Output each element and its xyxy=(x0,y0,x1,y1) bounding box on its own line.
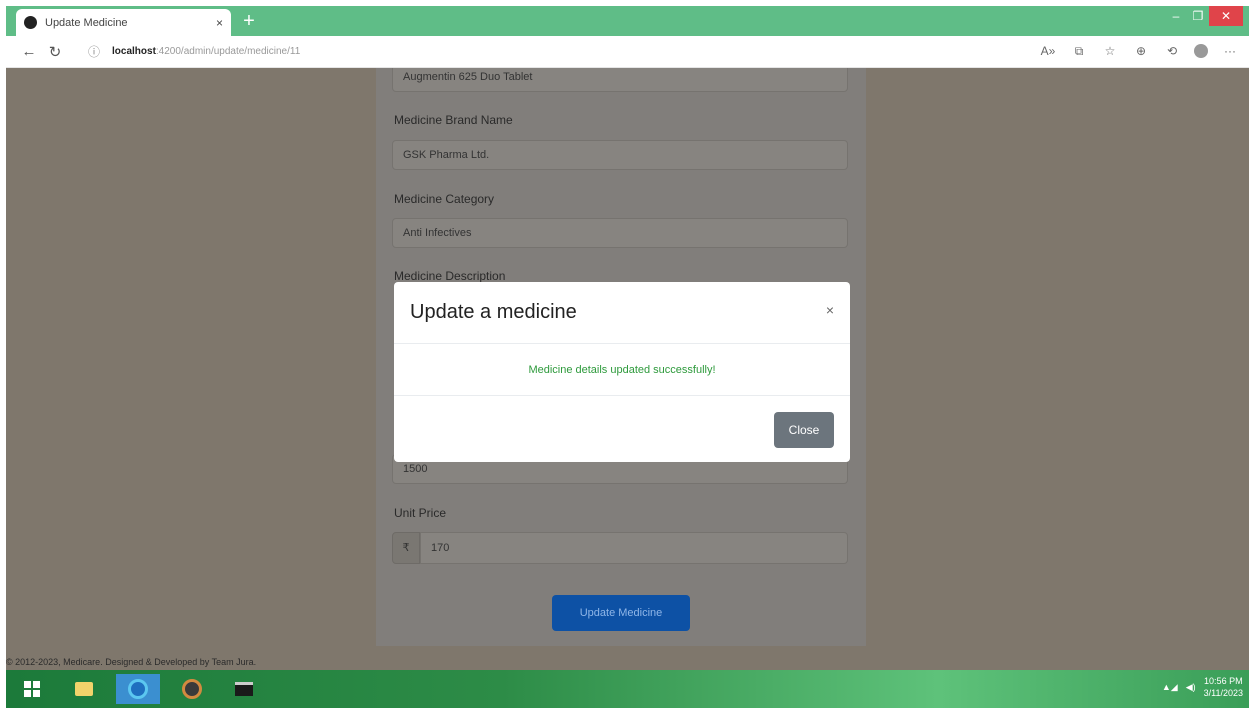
network-icon[interactable]: ▲◢ xyxy=(1162,682,1178,693)
footer-copyright: © 2012-2023, Medicare. Designed & Develo… xyxy=(6,657,257,667)
modal-title: Update a medicine xyxy=(410,301,577,323)
favorites-icon[interactable]: ☆ xyxy=(1101,42,1119,60)
more-icon[interactable]: ··· xyxy=(1221,42,1239,60)
url-path: :4200/admin/update/medicine/11 xyxy=(155,46,301,57)
window-controls: – ❐ ✕ xyxy=(1165,6,1243,28)
browser-toolbar: A» ⧉ ☆ ⊕ ⟲ ··· xyxy=(1039,42,1239,60)
unit-price-label: Unit Price xyxy=(394,506,447,520)
windows-start-icon[interactable] xyxy=(10,674,54,704)
modal-close-icon[interactable]: × xyxy=(826,302,834,318)
description-label: Medicine Description xyxy=(394,269,506,283)
modal-body: Medicine details updated successfully! xyxy=(394,344,850,396)
success-message: Medicine details updated successfully! xyxy=(528,363,716,376)
brand-input[interactable]: GSK Pharma Ltd. xyxy=(392,140,848,170)
modal-header: Update a medicine × xyxy=(394,282,850,344)
unit-price-input[interactable]: 170 xyxy=(420,532,848,564)
brand-label: Medicine Brand Name xyxy=(394,113,513,127)
url-field[interactable]: localhost:4200/admin/update/medicine/11 xyxy=(112,46,300,57)
history-icon[interactable]: ⟲ xyxy=(1163,42,1181,60)
new-tab-icon[interactable]: + xyxy=(239,11,259,32)
restore-icon[interactable]: ❐ xyxy=(1187,6,1209,26)
back-icon[interactable]: ← xyxy=(16,43,42,60)
collections-icon[interactable]: ⊕ xyxy=(1132,42,1150,60)
medicine-name-input[interactable]: Augmentin 625 Duo Tablet xyxy=(392,68,848,92)
tab-close-icon[interactable]: × xyxy=(216,16,223,30)
browser-tab[interactable]: Update Medicine × xyxy=(16,9,231,36)
app-icon[interactable] xyxy=(170,674,214,704)
file-explorer-icon[interactable] xyxy=(62,674,106,704)
modal-footer: Close xyxy=(394,396,850,462)
volume-icon[interactable]: ◀) xyxy=(1186,682,1196,693)
update-medicine-button[interactable]: Update Medicine xyxy=(552,595,690,631)
close-button[interactable]: Close xyxy=(774,412,834,448)
clock-time: 10:56 PM xyxy=(1204,676,1243,686)
clock[interactable]: 10:56 PM 3/11/2023 xyxy=(1204,675,1243,699)
tab-favicon-icon xyxy=(24,16,37,29)
refresh-icon[interactable]: ↻ xyxy=(42,43,68,61)
browser-tab-strip: Update Medicine × + – ❐ ✕ xyxy=(6,6,1249,36)
category-label: Medicine Category xyxy=(394,192,495,206)
command-prompt-icon[interactable] xyxy=(222,674,266,704)
read-aloud-icon[interactable]: A» xyxy=(1039,42,1057,60)
address-bar: ← ↻ ⓘ localhost:4200/admin/update/medici… xyxy=(6,36,1249,68)
system-tray: ▲◢ ◀) 10:56 PM 3/11/2023 xyxy=(1162,675,1243,699)
edge-icon[interactable] xyxy=(116,674,160,704)
tab-title: Update Medicine xyxy=(45,16,128,29)
window-close-icon[interactable]: ✕ xyxy=(1209,6,1243,26)
currency-prefix: ₹ xyxy=(392,532,420,564)
profile-icon[interactable] xyxy=(1194,44,1208,58)
clock-date: 3/11/2023 xyxy=(1203,688,1243,698)
minimize-icon[interactable]: – xyxy=(1165,6,1187,26)
site-info-icon[interactable]: ⓘ xyxy=(82,43,106,60)
url-host: localhost xyxy=(112,46,156,57)
extensions-icon[interactable]: ⧉ xyxy=(1070,42,1088,60)
category-input[interactable]: Anti Infectives xyxy=(392,218,848,248)
update-success-modal: Update a medicine × Medicine details upd… xyxy=(394,282,850,462)
taskbar: ▲◢ ◀) 10:56 PM 3/11/2023 xyxy=(6,670,1249,708)
